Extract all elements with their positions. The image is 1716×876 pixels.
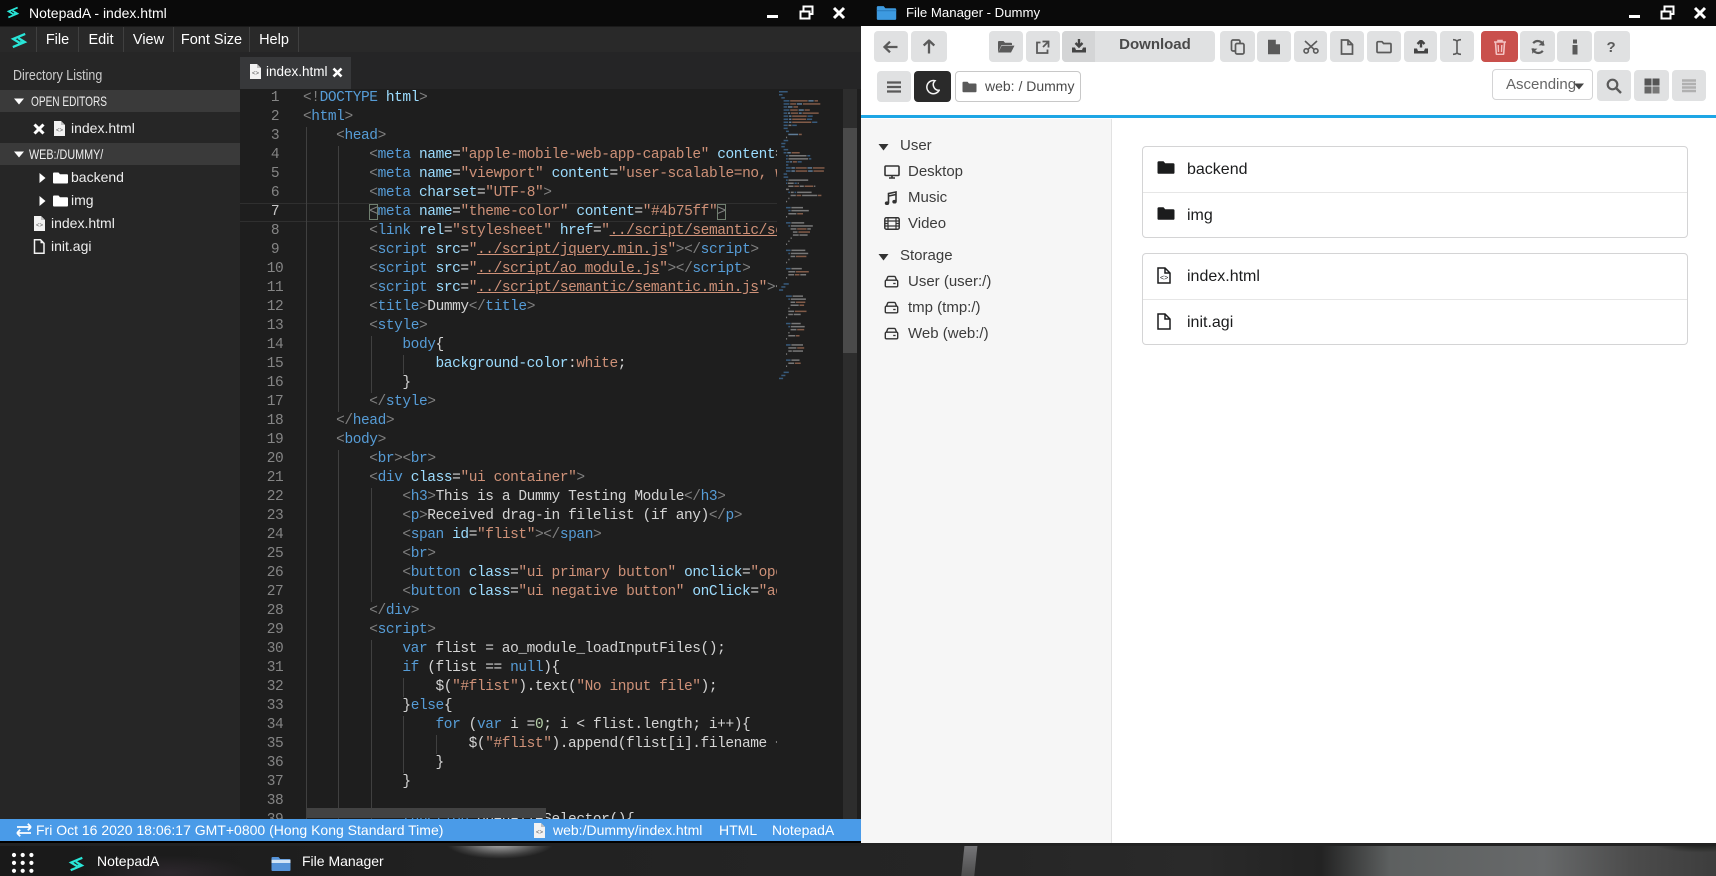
svg-text:?: ? [1607,39,1616,55]
svg-text:<>: <> [536,830,544,836]
svg-text:<>: <> [36,223,44,229]
svg-text:<>: <> [252,71,260,77]
svg-text:<>: <> [56,128,64,134]
svg-text:<>: <> [1160,275,1168,282]
